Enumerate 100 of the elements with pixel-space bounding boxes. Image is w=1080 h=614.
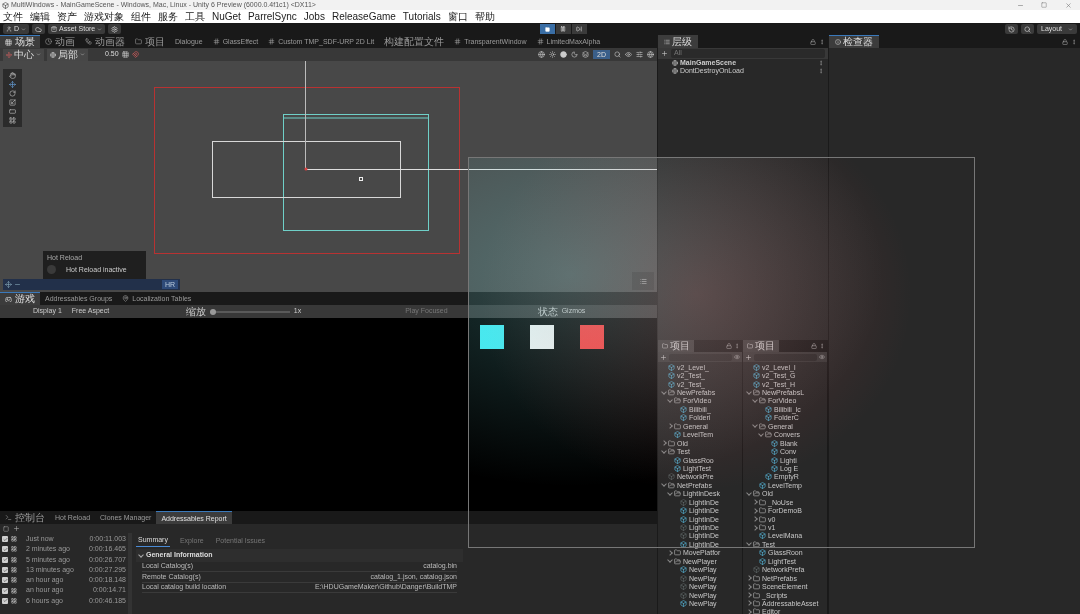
eye-icon xyxy=(734,354,740,360)
cube-icon xyxy=(680,566,687,574)
search-field[interactable] xyxy=(754,353,817,361)
caret-icon xyxy=(1068,26,1073,32)
step-button[interactable] xyxy=(571,24,587,34)
caret-icon xyxy=(97,26,103,32)
search-icon xyxy=(1024,25,1031,33)
app-logo-icon xyxy=(2,1,9,9)
panel-tab[interactable]: 游戏 xyxy=(0,292,40,305)
windows-icon xyxy=(11,597,17,604)
menu-item[interactable]: ParrelSync xyxy=(247,11,297,22)
build-checkbox[interactable] xyxy=(2,536,8,543)
panel-tab[interactable]: 构建配置文件 xyxy=(379,35,450,48)
menu-item[interactable]: 工具 xyxy=(185,11,205,22)
windows-icon xyxy=(11,577,17,584)
menu-item[interactable]: 窗口 xyxy=(447,11,468,22)
stop-icon xyxy=(544,26,550,32)
menu-item[interactable]: Jobs xyxy=(303,11,325,22)
gamepad-icon xyxy=(5,295,12,303)
settings-button[interactable] xyxy=(108,24,122,34)
menu-icon xyxy=(819,343,825,349)
menu-item[interactable]: 服务 xyxy=(158,11,178,22)
menu-item[interactable]: Tutorials xyxy=(402,11,441,22)
panel-tab[interactable]: 场景 xyxy=(0,35,40,48)
panel-tab[interactable]: 层级 xyxy=(658,35,698,48)
eye-icon xyxy=(819,354,825,360)
rect-tool-icon xyxy=(9,108,16,115)
close-icon xyxy=(1064,1,1072,9)
menu-item[interactable]: 游戏对象 xyxy=(84,11,124,22)
menu-icon xyxy=(1071,38,1077,45)
hash-icon xyxy=(268,38,276,45)
grid-icon xyxy=(5,38,12,46)
cube-outline-icon xyxy=(668,473,675,481)
add-icon xyxy=(660,353,667,361)
hash-icon xyxy=(212,38,220,45)
cube-icon xyxy=(680,540,687,548)
user-icon xyxy=(6,26,12,32)
menu-item[interactable]: 资产 xyxy=(57,11,77,22)
play-button[interactable] xyxy=(539,24,555,34)
search-button[interactable] xyxy=(1021,24,1034,34)
build-checkbox[interactable] xyxy=(2,556,8,563)
menu-item[interactable]: NuGet xyxy=(212,11,241,22)
hand-tool-icon xyxy=(9,72,16,79)
stats-button[interactable]: 状态 xyxy=(537,306,558,317)
build-checkbox[interactable] xyxy=(2,587,8,594)
cube-icon xyxy=(759,532,766,540)
transform-tool-icon xyxy=(9,117,16,124)
cube-icon xyxy=(674,431,681,439)
panel-tab[interactable]: 检查器 xyxy=(829,35,879,48)
panel-tab[interactable]: 动画 xyxy=(40,35,80,48)
sun-icon xyxy=(549,51,557,58)
list-icon xyxy=(639,277,647,285)
folder-icon xyxy=(747,343,753,349)
moon-icon xyxy=(571,51,579,58)
panel-tab[interactable]: 项目 xyxy=(130,35,170,48)
scale-slider-thumb[interactable] xyxy=(209,308,216,315)
menu-item[interactable]: 文件 xyxy=(3,11,23,22)
windows-icon xyxy=(11,536,17,543)
build-checkbox[interactable] xyxy=(2,597,8,604)
menu-item[interactable]: 帮助 xyxy=(474,11,495,22)
panel-tab[interactable]: 项目 xyxy=(743,340,779,352)
pause-button[interactable] xyxy=(555,24,571,34)
cloud-button[interactable] xyxy=(32,24,46,34)
bag-icon xyxy=(51,26,58,32)
panel-tab[interactable]: 项目 xyxy=(658,340,694,352)
build-checkbox[interactable] xyxy=(2,567,8,574)
flow-icon xyxy=(85,38,92,45)
eye-icon xyxy=(625,51,632,58)
caret-icon xyxy=(21,26,27,32)
panel-tab[interactable]: 动画器 xyxy=(80,35,130,48)
build-checkbox[interactable] xyxy=(2,577,8,584)
menu-item[interactable]: 组件 xyxy=(131,11,151,22)
pin-icon xyxy=(122,295,130,302)
panel-tab[interactable]: 控制台 xyxy=(0,511,50,524)
camera-gizmo-button[interactable] xyxy=(632,272,654,290)
add-icon xyxy=(13,525,20,532)
info-icon xyxy=(835,39,841,45)
lock-icon xyxy=(1062,38,1068,45)
list-icon xyxy=(664,38,670,45)
pivot-dropdown[interactable]: 中心 xyxy=(3,48,44,61)
cube-icon xyxy=(680,599,687,607)
scale-label: 缩放 xyxy=(185,306,206,317)
move-tool-icon xyxy=(5,281,12,288)
game-sprite xyxy=(480,325,504,349)
space-dropdown[interactable]: 局部 xyxy=(47,48,88,61)
build-checkbox[interactable] xyxy=(2,546,8,553)
history-button[interactable] xyxy=(1005,24,1018,34)
maximize-icon xyxy=(1041,2,1047,8)
menu-item[interactable]: 编辑 xyxy=(30,11,50,22)
clock-icon xyxy=(45,38,52,45)
globe-icon xyxy=(647,51,654,58)
panel-toggle-icon xyxy=(3,525,9,532)
scale-slider-track[interactable] xyxy=(209,310,290,313)
add-icon xyxy=(745,353,752,361)
folder-icon xyxy=(662,343,668,349)
menu-item[interactable]: ReleaseGame xyxy=(331,11,396,22)
sliders-icon xyxy=(636,51,643,58)
cloud-icon xyxy=(35,25,43,33)
rotate-tool-icon xyxy=(9,90,16,97)
search-field[interactable] xyxy=(669,353,732,361)
